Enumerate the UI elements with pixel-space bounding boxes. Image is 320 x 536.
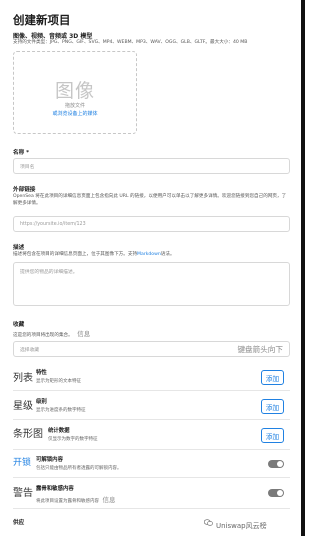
description-textarea[interactable]: 提供您的物品的详细描述。 — [13, 262, 290, 306]
row-unlockable-title: 开锁 — [13, 458, 32, 468]
add-levels-button[interactable]: 添加 — [261, 399, 284, 414]
collection-info-text: 信息 — [77, 330, 91, 338]
markdown-link[interactable]: Markdown — [137, 252, 161, 257]
page-title: 创建新项目 — [13, 13, 71, 27]
unlockable-desc: 包括只能由物品所有者透露的可解锁内容。 — [36, 466, 122, 471]
drop-file-text: 拖放文件 — [64, 103, 85, 109]
description-help-suffix: 语法。 — [160, 252, 175, 257]
unlockable-toggle[interactable] — [268, 460, 284, 468]
explicit-desc: 将此项目设置为露骨和敏感内容 信息 — [36, 494, 115, 504]
divider — [13, 419, 290, 420]
explicit-info-text: 信息 — [102, 496, 116, 504]
properties-label: 特性 — [36, 370, 47, 376]
name-label: 名称 * — [13, 150, 30, 156]
collection-desc-text: 这是您的项目将出现的集合。 — [13, 333, 73, 338]
external-link-input[interactable]: https://yoursite.io/item/123 — [13, 216, 290, 232]
name-input[interactable]: 项目名 — [13, 158, 290, 174]
row-explicit-title: 警告 — [13, 488, 33, 499]
collection-description: 这是您的项目将出现的集合。 信息 — [13, 330, 290, 340]
add-stats-button[interactable]: 添加 — [261, 428, 284, 443]
properties-desc: 显示为矩形的文本特征 — [36, 379, 81, 384]
toggle-knob — [277, 490, 283, 496]
browse-media-link[interactable]: 或浏览设备上的媒体 — [14, 110, 136, 117]
divider — [13, 508, 290, 509]
description-help-prefix: 描述将包含在项目的详细信息页面上，位于其图像下方。支持 — [13, 252, 138, 257]
image-placeholder: 图像 — [54, 80, 95, 102]
row-levels-title: 星级 — [13, 401, 33, 412]
media-section-title: 图像、视频、音频或 3D 模型 — [13, 33, 93, 40]
divider — [13, 390, 290, 391]
description-help: 描述将包含在项目的详细信息页面上，位于其图像下方。支持Markdown语法。 — [13, 252, 290, 259]
divider — [13, 449, 290, 450]
unlockable-label: 可解锁内容 — [36, 457, 63, 463]
create-item-form: 创建新项目 图像、视频、音频或 3D 模型 支持的文件类型：JPG、PNG、GI… — [0, 0, 305, 536]
add-properties-button[interactable]: 添加 — [261, 370, 284, 385]
supported-types-text: 支持的文件类型：JPG、PNG、GIF、SVG、MP4、WEBM、MP3、WAV… — [13, 40, 248, 45]
explicit-label: 露骨和敏感内容 — [36, 486, 74, 492]
collection-label: 收藏 — [13, 322, 25, 328]
stats-label: 统计数据 — [48, 428, 70, 434]
wechat-icon — [204, 519, 213, 526]
toggle-knob — [277, 461, 283, 467]
media-upload-dropzone[interactable]: 图像 拖放文件 或浏览设备上的媒体 — [13, 51, 137, 134]
stats-desc: 仅显示为数字的数字特征 — [48, 437, 98, 442]
watermark-text: Uniswap风云榜 — [216, 522, 267, 530]
explicit-desc-text: 将此项目设置为露骨和敏感内容 — [36, 499, 99, 504]
external-link-label: 外部链接 — [13, 187, 36, 193]
external-link-description: OpenSea 将在此项目的详细信息页面上包含指向此 URL 的链接，以便用户可… — [13, 194, 287, 206]
collection-select[interactable]: 选择收藏 键盘箭头向下 — [13, 341, 290, 357]
row-stats-title: 条形图 — [13, 429, 43, 440]
description-label: 描述 — [13, 245, 25, 251]
row-properties-title: 列表 — [13, 373, 33, 384]
divider — [13, 477, 290, 478]
levels-desc: 显示为进度条的数字特征 — [36, 408, 86, 413]
collection-select-placeholder: 选择收藏 — [20, 347, 40, 353]
chevron-down-icon: 键盘箭头向下 — [237, 344, 283, 354]
explicit-toggle[interactable] — [268, 489, 284, 497]
levels-label: 级别 — [36, 399, 47, 405]
